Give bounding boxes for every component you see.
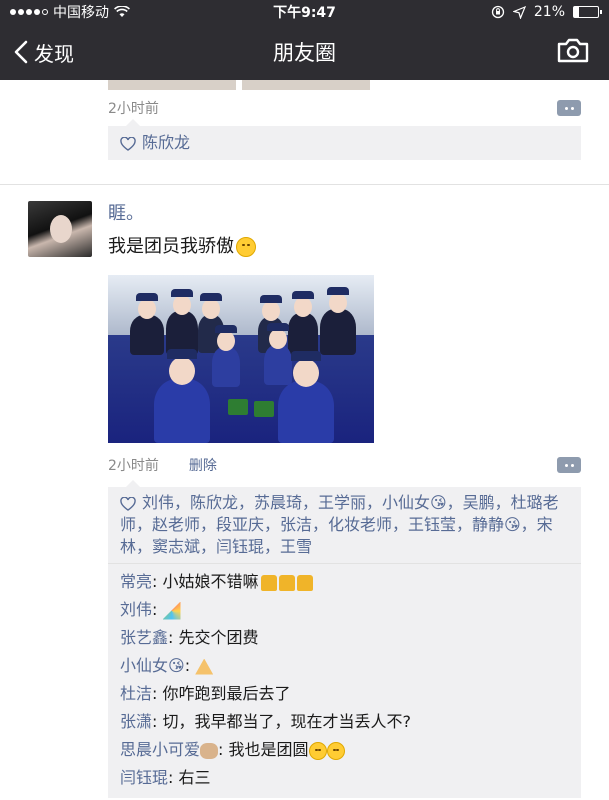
- page-title: 朋友圈: [273, 41, 336, 65]
- comment[interactable]: 思晨小可爱: 我也是团圆: [120, 736, 569, 764]
- comment-text: 先交个团费: [178, 628, 259, 647]
- post-meta: 2小时前 删除: [108, 447, 581, 483]
- post-text: 我是团员我骄傲: [108, 233, 581, 261]
- comment-text: 我也是团圆: [228, 740, 309, 759]
- previous-photo-2[interactable]: [242, 80, 370, 90]
- photo-person: [288, 291, 318, 355]
- post-text-content: 我是团员我骄傲: [108, 236, 234, 257]
- status-right: 21%: [491, 4, 602, 20]
- puppy-icon: [200, 742, 219, 759]
- post-author[interactable]: 睚。: [108, 201, 581, 227]
- post-body: 睚。 我是团员我骄傲 2小时前 删除 刘伟，陈欣龙，苏晨琦，王学丽，小仙女😘，吴…: [108, 201, 581, 798]
- photo-person: [130, 293, 164, 355]
- commenter-name[interactable]: 小仙女😘: [120, 656, 185, 675]
- previous-comment-button[interactable]: [557, 100, 581, 116]
- status-bar: 中国移动 下午9:47 21%: [0, 0, 609, 24]
- status-left: 中国移动: [10, 2, 130, 22]
- photo-person: [320, 287, 356, 355]
- comment[interactable]: 杜洁: 你咋跑到最后去了: [120, 680, 569, 708]
- camera-icon: [557, 38, 589, 63]
- previous-likes-box: 陈欣龙: [108, 119, 581, 160]
- previous-post: 2小时前 陈欣龙: [0, 80, 609, 184]
- commenter-name[interactable]: 常亮: [120, 572, 152, 591]
- commenter-name[interactable]: 闫钰琨: [120, 768, 168, 787]
- moments-feed[interactable]: 2小时前 陈欣龙 睚。 我是团员我骄傲 2小时前 删除 刘伟，陈欣龙，苏晨琦，王…: [0, 80, 609, 800]
- commenter-name[interactable]: 刘伟: [120, 600, 152, 619]
- previous-post-meta: 2小时前: [108, 90, 581, 126]
- post-photo[interactable]: [108, 275, 374, 443]
- camera-button[interactable]: [557, 37, 589, 67]
- smile-emoji-icon: [236, 237, 256, 257]
- previous-photo-1[interactable]: [108, 80, 236, 90]
- orientation-lock-icon: [491, 5, 505, 19]
- post-time: 2小时前: [108, 458, 159, 474]
- thumbs-up-icon: [260, 574, 277, 591]
- wifi-icon: [114, 6, 130, 17]
- comment[interactable]: 闫钰琨: 右三: [120, 764, 569, 792]
- commenter-name[interactable]: 张艺鑫: [120, 628, 168, 647]
- photo-person: [264, 323, 292, 385]
- comment-text: 小姑娘不错嘛: [162, 572, 259, 591]
- avatar[interactable]: [28, 201, 92, 257]
- thumbs-up-icon: [296, 574, 313, 591]
- battery-level: [574, 7, 580, 17]
- thumbs-up-icon: [278, 574, 295, 591]
- blush-emoji-icon: [326, 741, 345, 760]
- commenter-name[interactable]: 杜洁: [120, 684, 152, 703]
- battery-percent: 21%: [533, 4, 565, 20]
- moment-post: 睚。 我是团员我骄傲 2小时前 删除 刘伟，陈欣龙，苏晨琦，王学丽，小仙女😘，吴…: [0, 185, 609, 798]
- party-popper-icon: [162, 601, 181, 620]
- nav-bar: 发现 朋友圈: [0, 24, 609, 80]
- battery-icon: [573, 6, 602, 18]
- like-name[interactable]: 陈欣龙: [142, 133, 190, 152]
- comment[interactable]: 张潇: 切，我早都当了，现在才当丢人不?: [120, 708, 569, 736]
- location-arrow-icon: [512, 5, 526, 19]
- comment[interactable]: 小仙女😘:: [120, 652, 569, 680]
- commenter-name[interactable]: 思晨小可爱: [120, 740, 200, 759]
- chevron-left-icon: [14, 40, 28, 64]
- photo-person: [154, 349, 210, 443]
- likes-names[interactable]: 刘伟，陈欣龙，苏晨琦，王学丽，小仙女😘，吴鹏，杜璐老师，赵老师，段亚庆，张洁，化…: [120, 493, 559, 556]
- likes-list: 刘伟，陈欣龙，苏晨琦，王学丽，小仙女😘，吴鹏，杜璐老师，赵老师，段亚庆，张洁，化…: [108, 487, 581, 563]
- comment-text: 你咋跑到最后去了: [162, 684, 291, 703]
- signal-strength-icon: [10, 9, 48, 15]
- comment-button[interactable]: [557, 457, 581, 473]
- heart-icon: [120, 136, 136, 151]
- pray-icon: [195, 658, 214, 675]
- comments-list: 常亮: 小姑娘不错嘛 刘伟: 张艺鑫: 先交个团费 小仙女😘: 杜洁: 你咋跑到…: [108, 563, 581, 798]
- delete-button[interactable]: 删除: [189, 455, 217, 475]
- comment[interactable]: 刘伟:: [120, 596, 569, 624]
- comment[interactable]: 常亮: 小姑娘不错嘛: [120, 568, 569, 596]
- carrier-label: 中国移动: [53, 5, 109, 21]
- photo-booklet: [228, 399, 248, 415]
- previous-post-photos[interactable]: [108, 80, 581, 90]
- comment[interactable]: 张艺鑫: 先交个团费: [120, 624, 569, 652]
- back-label: 发现: [34, 41, 74, 66]
- previous-post-time: 2小时前: [108, 101, 159, 117]
- back-button[interactable]: 发现: [0, 38, 74, 67]
- commenter-name[interactable]: 张潇: [120, 712, 152, 731]
- previous-likes: 陈欣龙: [108, 126, 581, 160]
- photo-booklet: [254, 401, 274, 417]
- comment-text: 右三: [178, 768, 211, 787]
- photo-person: [278, 351, 334, 443]
- interaction-box: 刘伟，陈欣龙，苏晨琦，王学丽，小仙女😘，吴鹏，杜璐老师，赵老师，段亚庆，张洁，化…: [108, 480, 581, 798]
- comment-text: 切，我早都当了，现在才当丢人不?: [162, 712, 412, 731]
- heart-icon: [120, 496, 136, 511]
- blush-emoji-icon: [308, 741, 327, 760]
- photo-person: [212, 325, 240, 387]
